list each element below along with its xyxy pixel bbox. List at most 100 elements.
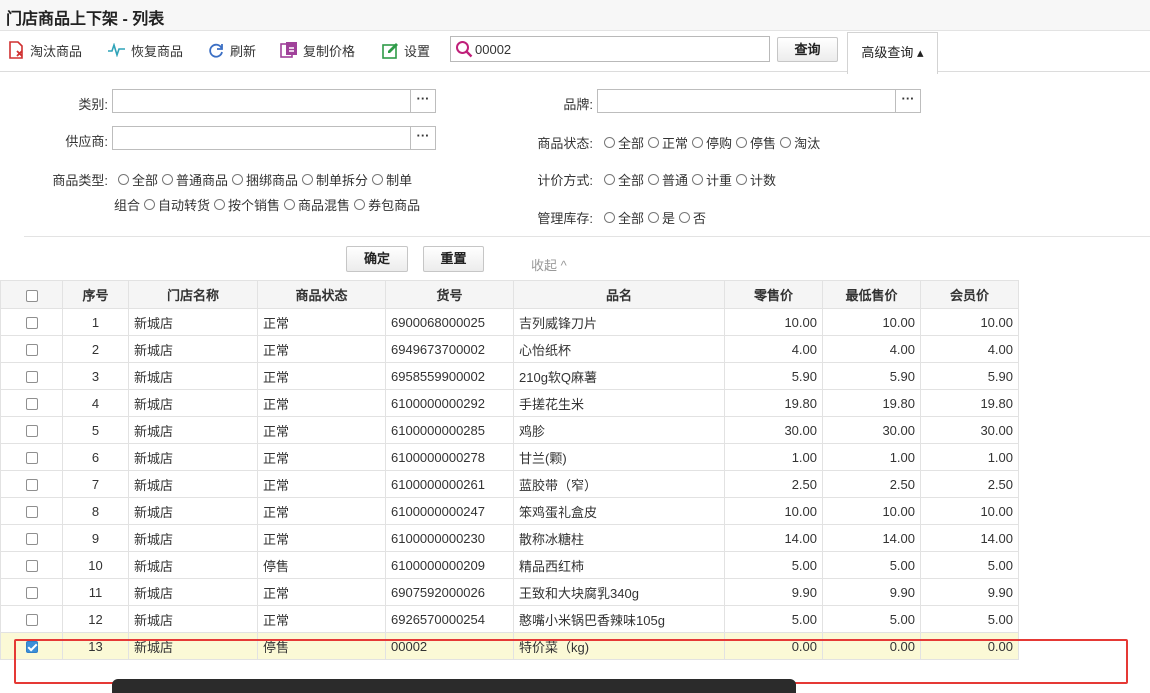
product-type-option-all[interactable]: 全部	[118, 170, 158, 189]
table-row[interactable]: 3 新城店 正常 6958559900002 210g软Q麻薯 5.90 5.90 5.90	[0, 362, 1019, 390]
cell-code: 6100000000261	[385, 470, 514, 498]
row-checkbox[interactable]	[25, 452, 38, 465]
status-option-stop-purchase[interactable]: 停购	[692, 133, 732, 152]
product-type-option-bundle[interactable]: 捆绑商品	[232, 170, 298, 189]
table-row[interactable]: 11 新城店 正常 6907592000026 王致和大块腐乳340g 9.90 9.90 9…	[0, 578, 1019, 606]
col-header-min-price[interactable]: 最低售价	[822, 280, 921, 309]
table-row[interactable]: 9 新城店 正常 6100000000230 散称冰糖柱 14.00 14.00 14.00	[0, 524, 1019, 552]
row-select-cell[interactable]	[0, 443, 63, 471]
filter-divider	[24, 236, 1150, 237]
cell-store: 新城店	[128, 308, 258, 336]
cell-member: 10.00	[920, 497, 1019, 525]
query-button[interactable]: 查询	[777, 37, 838, 62]
category-picker-button[interactable]: ···	[410, 90, 435, 112]
row-select-cell[interactable]	[0, 335, 63, 363]
row-select-cell[interactable]	[0, 524, 63, 552]
row-select-cell[interactable]	[0, 389, 63, 417]
table-row[interactable]: 10 新城店 停售 6100000000209 精品西红柿 5.00 5.00 5.00	[0, 551, 1019, 579]
restore-product-button[interactable]: 恢复商品	[108, 40, 183, 60]
row-checkbox[interactable]	[25, 398, 38, 411]
product-type-option-combine[interactable]: 制单	[372, 170, 412, 189]
collapse-link[interactable]: 收起 ^	[531, 255, 567, 274]
cell-min: 14.00	[822, 524, 921, 552]
row-select-cell[interactable]	[0, 362, 63, 390]
reset-button[interactable]: 重置	[423, 246, 484, 272]
status-option-eliminated[interactable]: 淘汰	[780, 133, 820, 152]
row-checkbox[interactable]	[25, 506, 38, 519]
table-row[interactable]: 8 新城店 正常 6100000000247 笨鸡蛋礼盒皮 10.00 10.00 10.00	[0, 497, 1019, 525]
table-row[interactable]: 13 新城店 停售 00002 特价菜（kg) 0.00 0.00 0.00	[0, 632, 1019, 660]
supplier-field[interactable]: ···	[112, 126, 436, 150]
pricing-option-normal[interactable]: 普通	[648, 170, 688, 189]
row-checkbox[interactable]	[25, 344, 38, 357]
table-row[interactable]: 2 新城店 正常 6949673700002 心怡纸杯 4.00 4.00 4.00	[0, 335, 1019, 363]
product-type-option-normal[interactable]: 普通商品	[162, 170, 228, 189]
table-row[interactable]: 12 新城店 正常 6926570000254 憨嘴小米锅巴香辣味105g 5.00 5.0…	[0, 605, 1019, 633]
product-type-option-mixed[interactable]: 商品混售	[284, 195, 350, 214]
product-type-option-split[interactable]: 制单拆分	[302, 170, 368, 189]
row-checkbox[interactable]	[25, 641, 38, 654]
row-checkbox[interactable]	[25, 533, 38, 546]
cell-name: 甘兰(颗)	[513, 443, 725, 471]
col-header-status[interactable]: 商品状态	[257, 280, 386, 309]
copy-price-button[interactable]: 复制价格	[280, 40, 355, 60]
confirm-button[interactable]: 确定	[346, 246, 408, 272]
row-select-cell[interactable]	[0, 632, 63, 660]
status-option-normal[interactable]: 正常	[648, 133, 688, 152]
brand-field[interactable]: ···	[597, 89, 921, 113]
stock-option-yes[interactable]: 是	[648, 208, 675, 227]
product-type-option-per-unit[interactable]: 按个销售	[214, 195, 280, 214]
search-box[interactable]	[450, 36, 770, 62]
select-all-checkbox[interactable]	[25, 289, 38, 302]
table-row[interactable]: 6 新城店 正常 6100000000278 甘兰(颗) 1.00 1.00 1.00	[0, 443, 1019, 471]
pricing-option-weight[interactable]: 计重	[692, 170, 732, 189]
col-header-store[interactable]: 门店名称	[128, 280, 258, 309]
row-select-cell[interactable]	[0, 470, 63, 498]
advanced-query-tab[interactable]: 高级查询 ▴	[847, 32, 938, 74]
row-select-cell[interactable]	[0, 578, 63, 606]
table-row[interactable]: 1 新城店 正常 6900068000025 吉列威锋刀片 10.00 10.00 10.00	[0, 308, 1019, 336]
row-select-cell[interactable]	[0, 497, 63, 525]
cell-retail: 4.00	[724, 335, 823, 363]
row-checkbox[interactable]	[25, 614, 38, 627]
cell-code: 6100000000209	[385, 551, 514, 579]
table-row[interactable]: 4 新城店 正常 6100000000292 手搓花生米 19.80 19.80 19.80	[0, 389, 1019, 417]
row-checkbox[interactable]	[25, 560, 38, 573]
eliminate-product-button[interactable]: 淘汰商品	[8, 40, 82, 60]
row-select-cell[interactable]	[0, 308, 63, 336]
cell-status: 停售	[257, 551, 386, 579]
settings-button[interactable]: 设置	[382, 40, 430, 60]
col-header-name[interactable]: 品名	[513, 280, 725, 309]
col-header-member-price[interactable]: 会员价	[920, 280, 1019, 309]
category-field[interactable]: ···	[112, 89, 436, 113]
status-option-stop-sale[interactable]: 停售	[736, 133, 776, 152]
cell-no: 5	[62, 416, 129, 444]
col-header-retail-price[interactable]: 零售价	[724, 280, 823, 309]
row-checkbox[interactable]	[25, 317, 38, 330]
brand-picker-button[interactable]: ···	[895, 90, 920, 112]
col-header-code[interactable]: 货号	[385, 280, 514, 309]
row-select-cell[interactable]	[0, 605, 63, 633]
table-row[interactable]: 7 新城店 正常 6100000000261 蓝胶带（窄） 2.50 2.50 2.50	[0, 470, 1019, 498]
row-select-cell[interactable]	[0, 551, 63, 579]
row-checkbox[interactable]	[25, 587, 38, 600]
refresh-button[interactable]: 刷新	[208, 40, 256, 60]
supplier-picker-button[interactable]: ···	[410, 127, 435, 149]
table-row[interactable]: 5 新城店 正常 6100000000285 鸡胗 30.00 30.00 30.00	[0, 416, 1019, 444]
pricing-option-all[interactable]: 全部	[604, 170, 644, 189]
product-type-option-voucher[interactable]: 券包商品	[354, 195, 420, 214]
stock-option-no[interactable]: 否	[679, 208, 706, 227]
stock-option-all[interactable]: 全部	[604, 208, 644, 227]
product-type-option-auto-transfer[interactable]: 自动转货	[144, 195, 210, 214]
pricing-option-count[interactable]: 计数	[736, 170, 776, 189]
row-checkbox[interactable]	[25, 371, 38, 384]
col-header-no[interactable]: 序号	[62, 280, 129, 309]
row-checkbox[interactable]	[25, 479, 38, 492]
search-input[interactable]	[475, 39, 763, 59]
cell-status: 正常	[257, 470, 386, 498]
cell-no: 2	[62, 335, 129, 363]
select-all-cell[interactable]	[0, 280, 63, 309]
row-checkbox[interactable]	[25, 425, 38, 438]
row-select-cell[interactable]	[0, 416, 63, 444]
status-option-all[interactable]: 全部	[604, 133, 644, 152]
